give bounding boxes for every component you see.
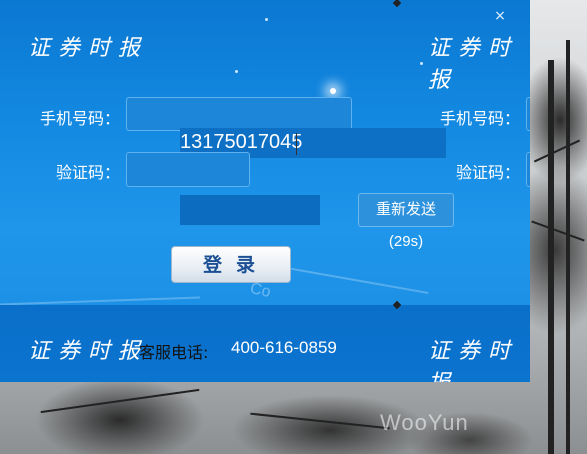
- login-window: Co × 证券时报 证券时报 手机号码： 13175017045 手机号码： 验…: [0, 0, 530, 382]
- hotline-number: 400-616-0859: [231, 338, 337, 357]
- phone-input[interactable]: [126, 97, 352, 131]
- phone-input-value: 13175017045: [180, 131, 303, 153]
- phone-input-duplicate[interactable]: [526, 97, 530, 131]
- star-glow: [330, 88, 336, 94]
- footer-brand-logo: 证券时报: [428, 339, 519, 382]
- tree-branch: [533, 139, 581, 163]
- sparkle: [235, 70, 238, 73]
- close-icon[interactable]: ×: [492, 8, 508, 24]
- tree-branch: [250, 412, 390, 430]
- tree-trunk: [566, 40, 570, 454]
- tree-branch: [40, 388, 200, 414]
- hotline-label: 客服电话:: [139, 343, 209, 362]
- code-label: 验证码：: [55, 163, 120, 182]
- text-caret: [296, 133, 297, 155]
- sparkle: [265, 18, 268, 21]
- watermark-text: WooYun: [380, 410, 469, 435]
- phone-label: 手机号码：: [39, 109, 120, 128]
- login-button[interactable]: 登录: [171, 246, 291, 283]
- tree-trunk: [548, 60, 554, 454]
- code-input-duplicate[interactable]: [526, 152, 530, 187]
- resend-code-button[interactable]: 重新发送(29s): [358, 193, 454, 250]
- captcha-image[interactable]: [180, 195, 320, 225]
- sparkle: [420, 62, 423, 65]
- brand-logo: 证券时报: [28, 36, 149, 61]
- phone-label-duplicate: 手机号码：: [439, 109, 520, 128]
- code-input[interactable]: [126, 152, 250, 187]
- brand-logo: 证券时报: [428, 36, 519, 93]
- footer-brand-logo: 证券时报: [28, 339, 149, 364]
- tree-branch: [531, 220, 585, 242]
- code-label-duplicate: 验证码：: [455, 163, 520, 182]
